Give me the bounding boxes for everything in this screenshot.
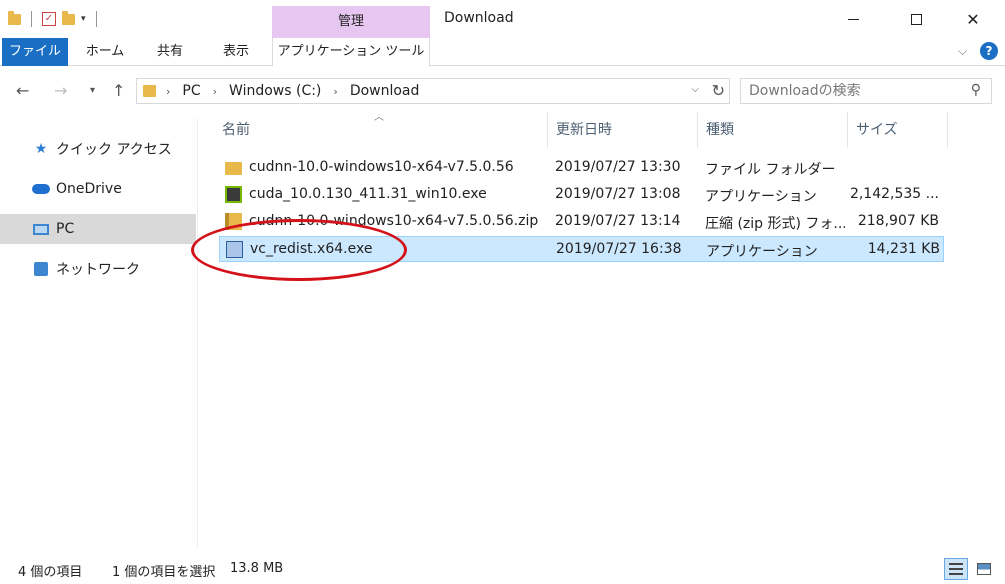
file-type: ファイル フォルダー <box>705 162 836 178</box>
tab-home[interactable]: ホーム <box>76 38 134 66</box>
zip-icon <box>225 213 242 230</box>
forward-button[interactable]: → <box>54 80 67 102</box>
sidebar-item-pc[interactable]: PC <box>0 214 196 244</box>
breadcrumb-pc[interactable]: PC <box>182 83 200 99</box>
recent-locations-dropdown-icon[interactable]: ▾ <box>90 80 95 102</box>
file-name: vc_redist.x64.exe <box>250 241 373 257</box>
address-history-dropdown-icon[interactable]: ⌵ <box>691 84 699 95</box>
sidebar-item-label: PC <box>56 221 75 237</box>
computer-icon <box>32 221 50 237</box>
chevron-right-icon[interactable]: › <box>166 85 170 98</box>
title-bar: ✓ ▾ 管理 Download ✕ <box>0 0 1005 38</box>
details-view-button[interactable] <box>944 558 968 580</box>
file-type: 圧縮 (zip 形式) フォ... <box>705 216 845 232</box>
breadcrumb-download[interactable]: Download <box>350 83 420 99</box>
details-view-icon <box>949 563 963 575</box>
file-size: 218,907 KB <box>857 213 939 229</box>
file-name: cudnn-10.0-windows10-x64-v7.5.0.56.zip <box>249 213 539 229</box>
star-icon: ★ <box>34 141 48 157</box>
help-icon[interactable]: ? <box>980 42 998 60</box>
search-icon[interactable]: ⚲ <box>971 82 981 98</box>
folder-icon <box>225 162 242 175</box>
file-name: cudnn-10.0-windows10-x64-v7.5.0.56 <box>249 159 514 175</box>
back-button[interactable]: ← <box>16 80 29 102</box>
sidebar-item-quick-access[interactable]: ★ クイック アクセス <box>0 134 196 164</box>
item-count: 4 個の項目 <box>18 565 83 580</box>
file-row[interactable]: cudnn-10.0-windows10-x64-v7.5.0.56.zip 2… <box>219 209 944 235</box>
toolbar-divider <box>95 11 97 27</box>
setup-icon <box>226 241 243 258</box>
maximize-icon <box>910 13 922 25</box>
tab-file[interactable]: ファイル <box>2 38 68 66</box>
file-date: 2019/07/27 13:08 <box>555 186 681 202</box>
column-header-name[interactable]: 名前 <box>214 112 548 148</box>
tab-application-tools[interactable]: アプリケーション ツール <box>272 38 430 66</box>
cloud-icon <box>32 181 50 197</box>
file-row[interactable]: cudnn-10.0-windows10-x64-v7.5.0.56 2019/… <box>219 155 944 181</box>
nvidia-app-icon <box>225 186 242 203</box>
sidebar-item-label: ネットワーク <box>56 262 140 278</box>
file-date: 2019/07/27 13:14 <box>555 213 681 229</box>
tab-view[interactable]: 表示 <box>208 38 264 66</box>
file-date: 2019/07/27 16:38 <box>556 241 682 257</box>
sidebar-item-onedrive[interactable]: OneDrive <box>0 174 196 204</box>
sidebar-item-network[interactable]: ネットワーク <box>0 254 196 284</box>
file-size: 2,142,535 ... <box>849 186 939 202</box>
navigation-pane: ★ クイック アクセス OneDrive PC ネットワーク <box>0 118 198 548</box>
folder-icon[interactable] <box>8 10 21 25</box>
selection-size: 13.8 MB <box>230 561 284 576</box>
file-date: 2019/07/27 13:30 <box>555 159 681 175</box>
sidebar-item-label: クイック アクセス <box>56 142 172 158</box>
expand-ribbon-chevron-icon[interactable]: ⌵ <box>958 44 967 59</box>
up-button[interactable]: ↑ <box>112 80 125 102</box>
refresh-icon[interactable]: ↻ <box>712 81 725 100</box>
chevron-right-icon[interactable]: › <box>333 85 337 98</box>
properties-check-icon[interactable]: ✓ <box>42 12 56 26</box>
navigation-bar: ← → ▾ ↑ › PC › Windows (C:) › Download ⌵… <box>0 72 1005 110</box>
file-row[interactable]: cuda_10.0.130_411.31_win10.exe 2019/07/2… <box>219 182 944 208</box>
sidebar-item-label: OneDrive <box>56 181 122 197</box>
file-size: 14,231 KB <box>867 241 940 257</box>
column-header-type[interactable]: 種類 <box>698 112 848 148</box>
close-button[interactable]: ✕ <box>950 0 996 38</box>
file-type: アプリケーション <box>705 189 817 205</box>
selection-count: 1 個の項目を選択 <box>112 565 216 580</box>
file-row-selected[interactable]: vc_redist.x64.exe 2019/07/27 16:38 アプリケー… <box>219 236 944 262</box>
chevron-right-icon[interactable]: › <box>213 85 217 98</box>
large-icons-view-button[interactable] <box>972 558 996 580</box>
context-tab-header: 管理 <box>272 6 430 38</box>
folder-icon <box>143 85 156 97</box>
ribbon-tab-bar: ファイル ホーム 共有 表示 アプリケーション ツール <box>0 38 1005 66</box>
status-bar: 4 個の項目 1 個の項目を選択 13.8 MB <box>0 554 1005 584</box>
window-title: Download <box>444 10 514 26</box>
address-bar[interactable]: › PC › Windows (C:) › Download ⌵ ↻ <box>136 78 730 104</box>
toolbar-divider <box>31 11 32 27</box>
tab-share[interactable]: 共有 <box>142 38 198 66</box>
minimize-icon <box>847 18 859 20</box>
customize-dropdown-icon[interactable]: ▾ <box>81 14 86 24</box>
minimize-button[interactable] <box>830 0 876 38</box>
breadcrumb-windows-c[interactable]: Windows (C:) <box>229 83 321 99</box>
new-folder-icon[interactable] <box>62 10 75 25</box>
file-type: アプリケーション <box>706 244 818 260</box>
search-input[interactable] <box>749 83 959 99</box>
quick-access-toolbar: ✓ ▾ <box>8 8 101 30</box>
large-icons-view-icon <box>977 563 991 575</box>
search-box[interactable]: ⚲ <box>740 78 992 104</box>
file-name: cuda_10.0.130_411.31_win10.exe <box>249 186 487 202</box>
column-header-date[interactable]: 更新日時 <box>548 112 698 148</box>
maximize-button[interactable] <box>893 0 939 38</box>
network-icon <box>32 261 50 277</box>
column-header-size[interactable]: サイズ <box>848 112 948 148</box>
